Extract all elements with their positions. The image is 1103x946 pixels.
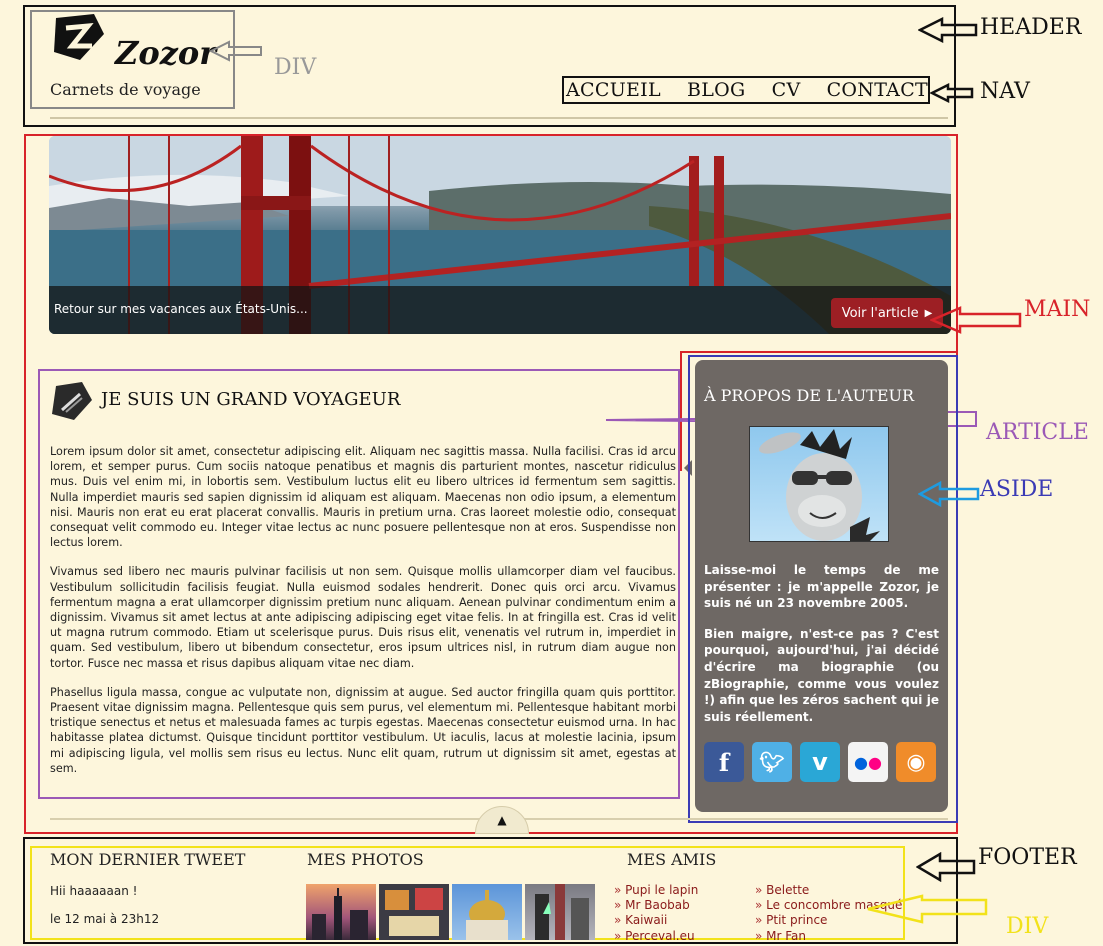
vimeo-icon[interactable]: v — [800, 742, 840, 782]
annotation-aside: ASIDE — [980, 477, 1054, 502]
header-divider — [50, 117, 948, 119]
tweet-date: le 12 mai à 23h12 — [50, 912, 160, 926]
photo-gallery — [306, 884, 595, 940]
friends-title: MES AMIS — [627, 850, 717, 869]
annotation-main: MAIN — [1024, 297, 1091, 322]
div-arrow-icon — [208, 40, 263, 66]
aside-body: Laisse-moi le temps de me présenter : je… — [704, 562, 939, 739]
friend-link[interactable]: Mr Fan — [755, 929, 902, 944]
flickr-icon[interactable]: ● ● — [848, 742, 888, 782]
photos-title: MES PHOTOS — [307, 850, 424, 869]
main-nav: ACCUEIL BLOG CV CONTACT — [566, 77, 928, 103]
social-links: f 🐦︎ v ● ● ◉ — [704, 742, 936, 782]
aside-paragraph-2: Bien maigre, n'est-ce pas ? C'est pourqu… — [704, 626, 939, 724]
rss-icon[interactable]: ◉ — [896, 742, 936, 782]
article-paragraph-1: Lorem ipsum dolor sit amet, consectetur … — [50, 445, 676, 550]
main-arrow-icon — [928, 304, 1022, 340]
annotation-header: HEADER — [980, 15, 1082, 40]
facebook-icon[interactable]: f — [704, 742, 744, 782]
annotation-div-header: DIV — [274, 55, 317, 80]
nav-arrow-icon — [929, 82, 974, 107]
voir-article-label: Voir l'article — [841, 305, 919, 321]
twitter-icon[interactable]: 🐦︎ — [752, 742, 792, 782]
article-body: Lorem ipsum dolor sit amet, consectetur … — [50, 444, 676, 790]
tweet-title: MON DERNIER TWEET — [50, 850, 246, 869]
nav-accueil[interactable]: ACCUEIL — [566, 79, 661, 101]
aside-paragraph-1: Laisse-moi le temps de me présenter : je… — [704, 563, 939, 611]
photo-thumbnail[interactable] — [452, 884, 522, 940]
photo-thumbnail[interactable] — [379, 884, 449, 940]
friend-link[interactable]: Perceval.eu — [614, 929, 698, 944]
header-arrow-icon — [917, 16, 978, 47]
tweet-text: Hii haaaaaan ! — [50, 884, 138, 898]
banner-caption: Retour sur mes vacances aux États-Unis..… — [54, 302, 308, 316]
voir-article-button[interactable]: Voir l'article ▶ — [831, 298, 943, 328]
footer-arrow-icon — [915, 851, 976, 886]
photo-thumbnail[interactable] — [306, 884, 376, 940]
nav-cv[interactable]: CV — [772, 79, 801, 101]
hero-banner: Retour sur mes vacances aux États-Unis..… — [49, 136, 951, 334]
annotation-article: ARTICLE — [986, 420, 1089, 445]
friend-link[interactable]: Mr Baobab — [614, 898, 698, 913]
friends-col-1: Pupi le lapin Mr Baobab Kaiwaii Perceval… — [614, 883, 698, 944]
aside-title: À PROPOS DE L'AUTEUR — [704, 386, 915, 405]
logo-text[interactable]: Zozor — [115, 34, 216, 72]
article-paragraph-3: Phasellus ligula massa, congue ac vulput… — [50, 685, 676, 775]
nav-contact[interactable]: CONTACT — [827, 79, 928, 101]
annotation-nav: NAV — [980, 79, 1030, 104]
logo-icon[interactable] — [50, 12, 108, 64]
site-subtitle: Carnets de voyage — [50, 80, 201, 99]
article-paragraph-2: Vivamus sed libero nec mauris pulvinar f… — [50, 565, 676, 670]
annotation-footer: FOOTER — [978, 845, 1077, 870]
author-avatar — [749, 426, 889, 542]
aside-arrow-icon — [917, 480, 980, 511]
friend-link[interactable]: Pupi le lapin — [614, 883, 698, 898]
footer-div-arrow-icon — [866, 892, 988, 930]
photo-thumbnail[interactable] — [525, 884, 595, 940]
main-red-line — [680, 351, 958, 353]
friend-link[interactable]: Kaiwaii — [614, 913, 698, 928]
banner-caption-bar: Retour sur mes vacances aux États-Unis..… — [49, 286, 951, 334]
article-title: JE SUIS UN GRAND VOYAGEUR — [101, 389, 401, 410]
annotation-div-footer: DIV — [1006, 914, 1049, 939]
up-arrow-icon: ▲ — [497, 813, 507, 827]
article-icon — [50, 382, 92, 422]
nav-blog[interactable]: BLOG — [687, 79, 746, 101]
